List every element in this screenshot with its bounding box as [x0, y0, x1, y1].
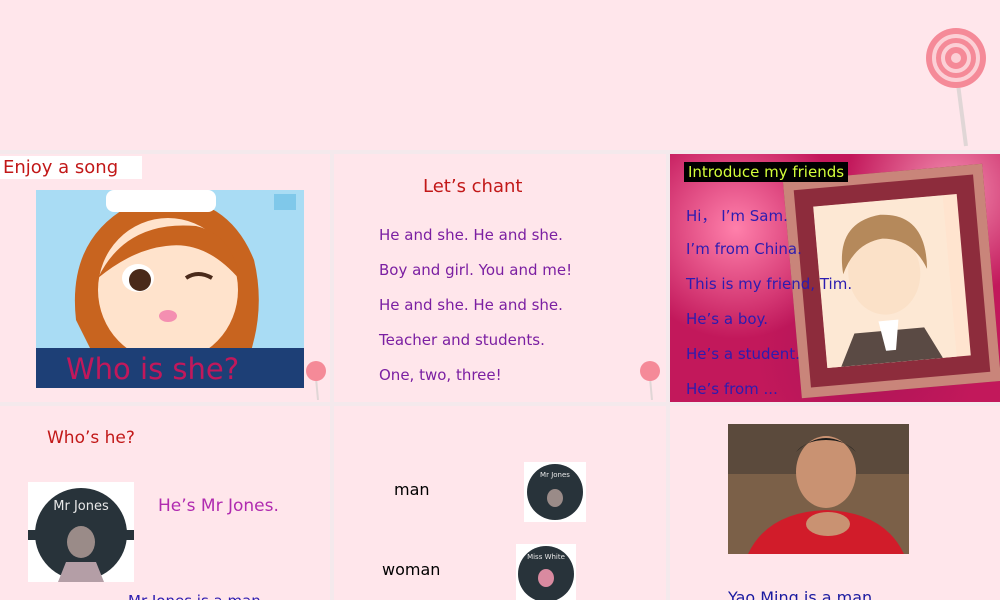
intro-line: He’s from ... — [686, 380, 778, 398]
word-woman: woman — [382, 560, 441, 579]
lollipop-icon — [306, 361, 326, 400]
slide-title: Let’s chant — [423, 176, 523, 197]
intro-line: He’s a student. — [686, 345, 800, 363]
slide-enjoy-a-song[interactable]: Enjoy a song Who is she? — [0, 154, 330, 402]
mr-jones-image: Mr Jones — [28, 482, 134, 582]
slide-title: Who’s he? — [47, 428, 135, 448]
slide-title: Enjoy a song — [0, 156, 143, 179]
chant-line: Boy and girl. You and me! — [379, 261, 573, 279]
mr-jones-avatar-icon: Mr Jones — [524, 462, 586, 522]
cut-off-text: Mr Jones is a man. — [128, 592, 266, 600]
word-man: man — [394, 480, 430, 499]
chant-line: He and she. He and she. — [379, 226, 563, 244]
cartoon-girl-image: Who is she? — [36, 190, 304, 388]
song-caption: Who is she? — [66, 352, 240, 386]
intro-line: He’s a boy. — [686, 310, 769, 328]
lollipop-icon — [926, 28, 986, 147]
mr-jones-avatar-icon: Mr Jones — [28, 482, 134, 582]
chant-line: He and she. He and she. — [379, 296, 563, 314]
top-banner — [0, 0, 1000, 150]
slide-man-woman[interactable]: man woman Mr Jones Miss White — [334, 406, 666, 600]
slide-introduce-my-friends[interactable]: Introduce my friends Hi， I’m Sam. I’m fr… — [670, 154, 1000, 402]
slide-title: Introduce my friends — [684, 162, 849, 182]
miss-white-avatar-icon: Miss White — [516, 544, 576, 600]
answer-text: He’s Mr Jones. — [158, 496, 279, 516]
chant-line: One, two, three! — [379, 366, 502, 384]
slide-whos-he[interactable]: Who’s he? Mr Jones He’s Mr Jones. Mr Jon… — [0, 406, 330, 600]
avatar-label: Mr Jones — [540, 471, 570, 479]
avatar-label: Miss White — [527, 553, 565, 561]
avatar-label: Mr Jones — [53, 499, 109, 514]
intro-line: This is my friend, Tim. — [686, 275, 853, 293]
slide-yao-ming[interactable]: Yao Ming is a man. — [670, 406, 1000, 600]
basketball-player-icon — [728, 424, 909, 554]
chant-line: Teacher and students. — [379, 331, 545, 349]
yao-ming-photo — [728, 424, 909, 554]
caption-text: Yao Ming is a man. — [728, 588, 878, 600]
lollipop-icon — [640, 361, 660, 400]
intro-line: I’m from China. — [686, 240, 802, 258]
intro-line: Hi， I’m Sam. — [686, 207, 788, 225]
slide-lets-chant[interactable]: Let’s chant He and she. He and she. Boy … — [334, 154, 666, 402]
